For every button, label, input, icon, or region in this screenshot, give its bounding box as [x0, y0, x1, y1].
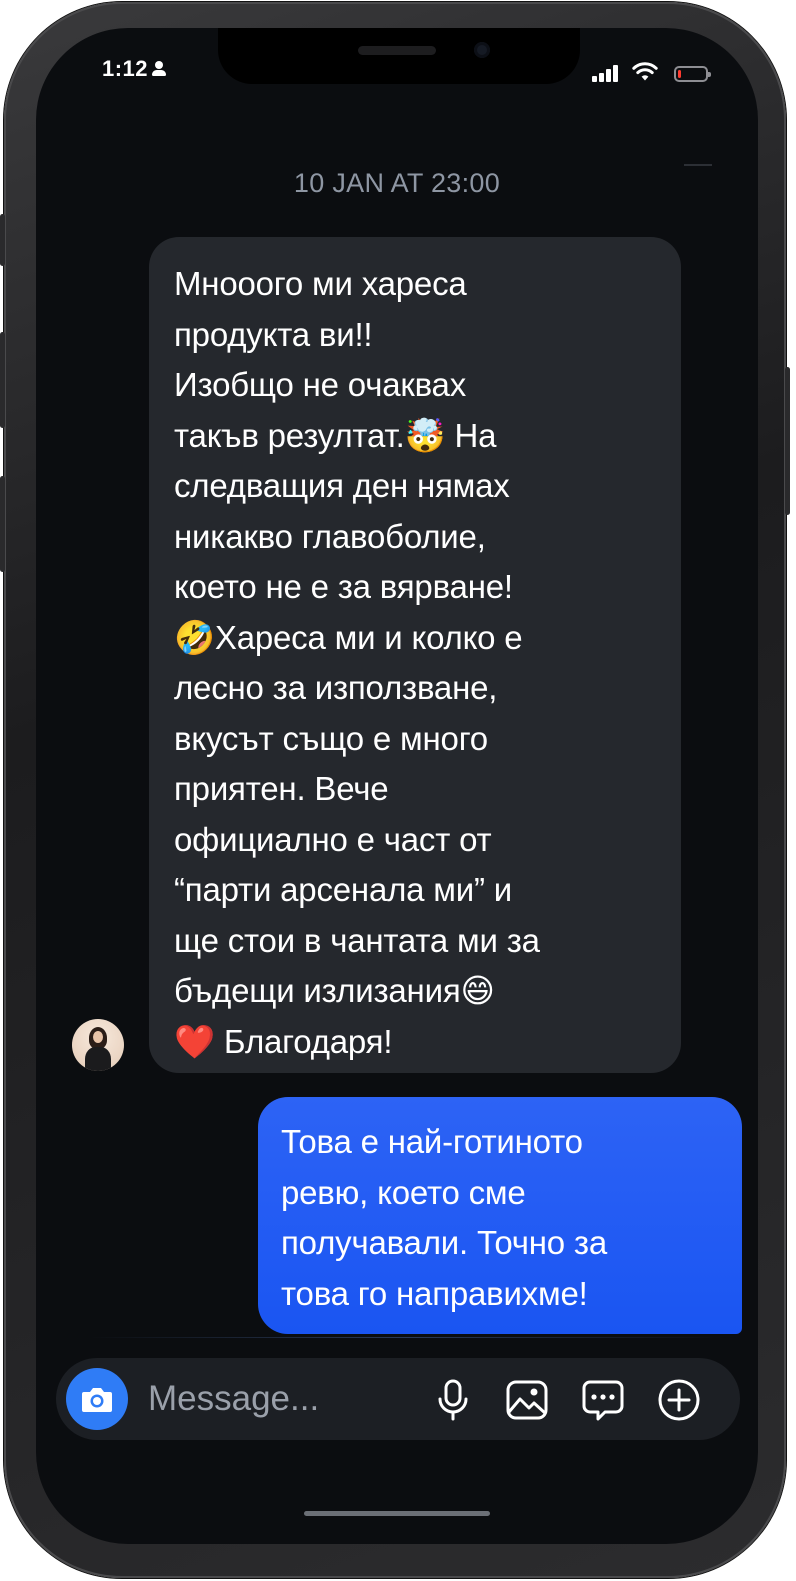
phone-screen: 1:12 10 JAN AT 23:00 Мнооого ми хареса п… — [36, 28, 758, 1544]
front-camera — [474, 42, 490, 58]
camera-button[interactable] — [66, 1368, 128, 1430]
power-button — [785, 367, 790, 515]
person-icon — [152, 61, 167, 77]
battery-level-fill — [678, 70, 681, 78]
message-composer — [56, 1358, 740, 1440]
home-indicator[interactable] — [304, 1511, 490, 1516]
sticker-icon[interactable] — [580, 1377, 626, 1423]
outgoing-message-bubble[interactable]: Това е най-готиното ревю, което сме полу… — [258, 1097, 742, 1334]
volume-up-button — [0, 332, 5, 428]
cellular-signal-icon — [592, 64, 622, 82]
status-time: 1:12 — [102, 56, 167, 82]
phone-frame: 1:12 10 JAN AT 23:00 Мнооого ми хареса п… — [0, 2, 790, 1578]
wifi-icon — [632, 62, 658, 81]
camera-icon — [82, 1388, 112, 1412]
volume-down-button — [0, 476, 5, 572]
avatar-body — [85, 1047, 111, 1071]
incoming-message-bubble[interactable]: Мнооого ми хареса продукта ви!! Изобщо н… — [149, 237, 681, 1073]
microphone-icon[interactable] — [430, 1377, 476, 1423]
header-edge — [684, 164, 712, 166]
earpiece-speaker — [358, 46, 436, 55]
notch — [218, 28, 580, 84]
conversation-timestamp: 10 JAN AT 23:00 — [293, 168, 501, 198]
mute-switch — [0, 214, 5, 266]
status-time-text: 1:12 — [102, 56, 149, 81]
battery-icon — [674, 66, 711, 82]
sender-avatar[interactable] — [72, 1019, 124, 1071]
message-input[interactable] — [148, 1376, 408, 1422]
plus-icon[interactable] — [656, 1377, 702, 1423]
avatar-face — [93, 1031, 103, 1043]
gallery-icon[interactable] — [504, 1377, 550, 1423]
status-indicators — [592, 62, 722, 84]
composer-divider — [90, 1337, 724, 1338]
